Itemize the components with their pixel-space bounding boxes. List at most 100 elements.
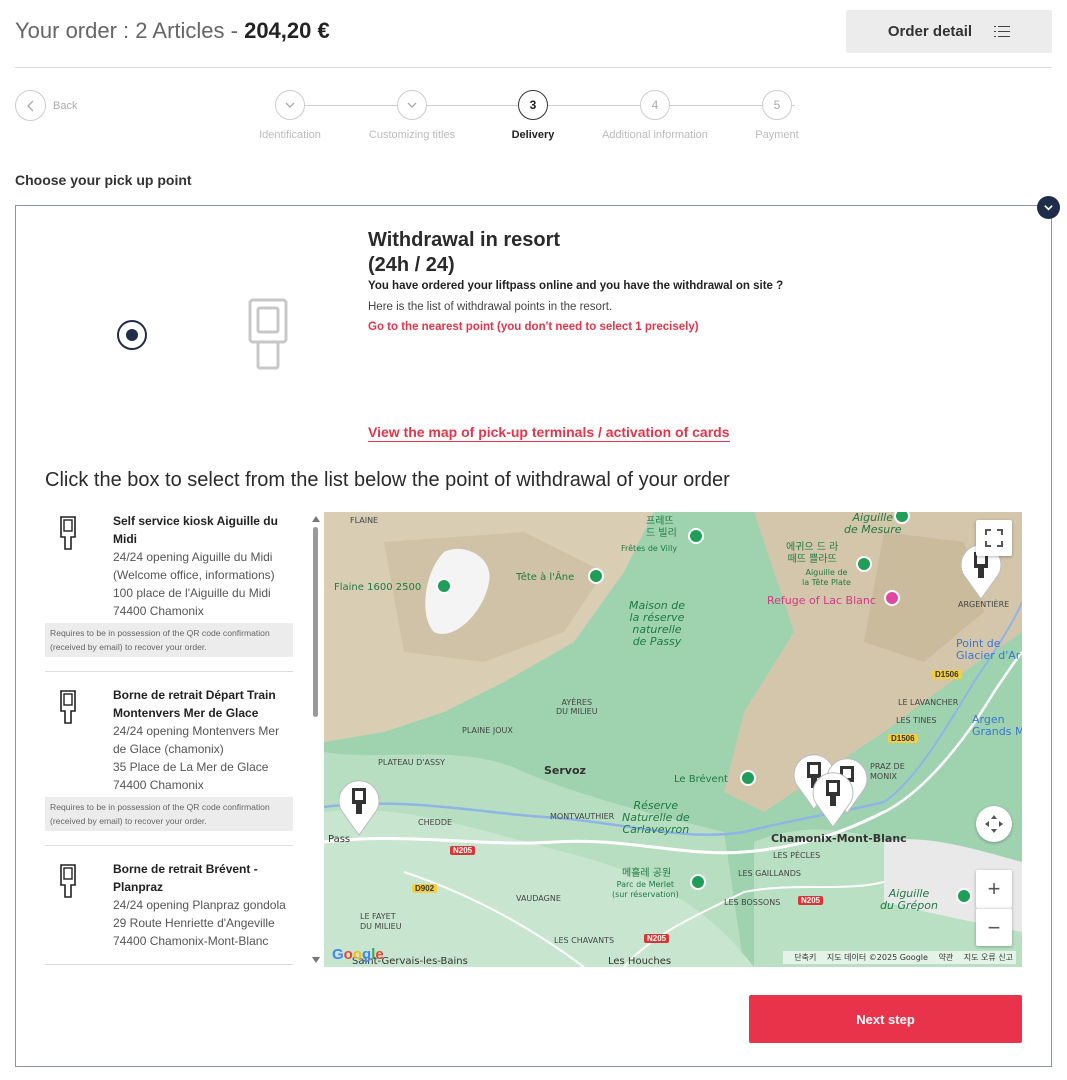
peak-poi-icon [740, 770, 756, 786]
peak-poi-icon [956, 888, 972, 904]
map-label: CHEDDE [418, 818, 453, 827]
road-label: N205 [644, 934, 670, 943]
check-icon [397, 90, 427, 120]
map-label: Aiguille du Grépon [880, 887, 938, 912]
point-name: Self service kiosk Aiguille du Midi [113, 514, 278, 546]
point-line: 35 Place de La Mer de Glace [113, 760, 269, 774]
withdrawal-list-text: Here is the list of withdrawal points in… [368, 301, 613, 313]
lodging-poi-icon [884, 590, 900, 606]
map-label: Parc de Merlet (sur réservation) [612, 880, 679, 899]
map-label: ARGENTIÈRE [958, 600, 1010, 609]
point-line: 74400 Chamonix-Mont-Blanc [113, 934, 269, 948]
peak-poi-icon [856, 556, 872, 572]
order-prefix: Your order : 2 Articles - [15, 18, 245, 43]
fullscreen-icon [985, 529, 1003, 547]
order-detail-button[interactable]: Order detail [846, 10, 1052, 53]
map-label: LES BOSSONS [724, 898, 781, 907]
map-label: LES CHAVANTS [554, 936, 615, 945]
google-logo: Google [332, 946, 384, 963]
map-label: Chamonix-Mont-Blanc [771, 832, 907, 845]
step-identification[interactable]: Identification [230, 90, 350, 141]
check-icon [275, 90, 305, 120]
terms-link[interactable]: 약관 [938, 953, 953, 962]
map-label: Frêtes de Villy [621, 544, 678, 553]
map-label: 메흘레 공원 [622, 868, 672, 879]
report-error-link[interactable]: 지도 오류 신고 [964, 953, 1013, 962]
zoom-in-button[interactable]: + [976, 870, 1012, 908]
withdrawal-radio[interactable] [117, 320, 147, 350]
point-line: 24/24 opening Aiguille du Midi (Welcome … [113, 550, 275, 582]
pickup-point-list[interactable]: Self service kiosk Aiguille du Midi 24/2… [45, 512, 293, 967]
kiosk-icon [60, 690, 76, 724]
pickup-map[interactable]: FLAINE Flaine 1600 2500 Tête à l'Âne 프레뜨… [324, 512, 1022, 967]
map-label: Réserve Naturelle de Carlaveyron [622, 799, 690, 836]
point-line: 24/24 opening Planpraz gondola [113, 898, 286, 912]
keyboard-shortcuts-link[interactable]: 단축키 [794, 953, 816, 962]
map-label: VAUDAGNE [516, 894, 561, 903]
map-terminals-link[interactable]: View the map of pick-up terminals / acti… [368, 424, 730, 442]
map-label: LES PÈCLES [773, 851, 821, 860]
resort-poi-icon [436, 578, 452, 594]
map-label: Aiguille de Mesure [844, 512, 902, 536]
fullscreen-button[interactable] [976, 520, 1012, 556]
map-label: AYÈRES DU MILIEU [556, 698, 598, 716]
step-customizing-titles[interactable]: Customizing titles [352, 90, 472, 141]
step-number: 5 [762, 90, 792, 120]
map-data-text: 지도 데이터 ©2025 Google [826, 953, 928, 962]
list-scrollbar[interactable] [311, 512, 321, 967]
section-title: Choose your pick up point [15, 172, 192, 188]
park-poi-icon [690, 874, 706, 890]
kiosk-icon [248, 298, 288, 370]
map-label: LES GAILLANDS [738, 869, 801, 878]
map-label: LE LAVANCHER [898, 698, 959, 707]
map-label: Aiguille de la Tête Plate [802, 568, 851, 587]
step-number: 4 [640, 90, 670, 120]
back-label: Back [53, 99, 78, 112]
point-name: Borne de retrait Départ Train Montenvers… [113, 688, 276, 720]
step-label: Identification [259, 129, 321, 141]
map-label: Flaine 1600 2500 [334, 582, 422, 593]
scroll-up-arrow-icon[interactable] [312, 516, 320, 522]
road-label: D1506 [932, 670, 962, 679]
map-label: LES TINES [896, 716, 937, 725]
list-item[interactable]: Self service kiosk Aiguille du Midi 24/2… [45, 512, 293, 672]
point-note: Requires to be in possession of the QR c… [45, 623, 293, 657]
map-label: PRAZ DE MONIX [870, 762, 905, 781]
checkout-stepper: Identification Customizing titles 3 Deli… [230, 90, 840, 150]
scrollbar-thumb[interactable] [313, 527, 318, 717]
step-label: Additional information [602, 129, 708, 141]
map-label: PLATEAU D'ASSY [378, 758, 446, 767]
step-label: Customizing titles [368, 129, 456, 141]
kiosk-map-marker[interactable] [810, 770, 856, 828]
map-label: FLAINE [350, 516, 379, 525]
step-number: 3 [518, 90, 548, 120]
header-divider [15, 67, 1052, 68]
list-item[interactable]: Borne de retrait Brévent - Planpraz 24/2… [45, 860, 293, 965]
radio-dot [126, 329, 138, 341]
step-delivery: 3 Delivery [473, 90, 593, 141]
list-item[interactable]: Borne de retrait Départ Train Montenvers… [45, 686, 293, 846]
point-line: 74400 Chamonix [113, 778, 204, 792]
camera-control-button[interactable] [976, 806, 1012, 842]
back-button[interactable]: Back [15, 90, 77, 121]
map-label: Servoz [544, 764, 586, 777]
map-label: Refuge of Lac Blanc [767, 594, 876, 607]
map-label: Tête à l'Âne [516, 572, 575, 583]
list-icon [994, 25, 1011, 39]
map-label: Les Houches [608, 956, 672, 967]
map-label: Maison de la réserve naturelle de Passy [629, 599, 685, 648]
peak-poi-icon [588, 568, 604, 584]
zoom-out-button[interactable]: − [976, 908, 1012, 946]
next-step-button[interactable]: Next step [749, 995, 1022, 1043]
road-label: N205 [798, 896, 824, 905]
peak-poi-icon [688, 528, 704, 544]
point-note: Requires to be in possession of the QR c… [45, 797, 293, 831]
point-line: 29 Route Henriette d'Angeville [113, 916, 275, 930]
step-label: Payment [755, 129, 799, 141]
order-summary: Your order : 2 Articles - 204,20 € [15, 18, 330, 44]
scroll-down-arrow-icon[interactable] [312, 957, 320, 963]
withdrawal-title-line1: Withdrawal in resort [368, 229, 561, 251]
map-label: PLAINE JOUX [462, 726, 513, 735]
kiosk-map-marker[interactable] [336, 778, 382, 836]
withdrawal-title-line2: (24h / 24) [368, 254, 455, 276]
